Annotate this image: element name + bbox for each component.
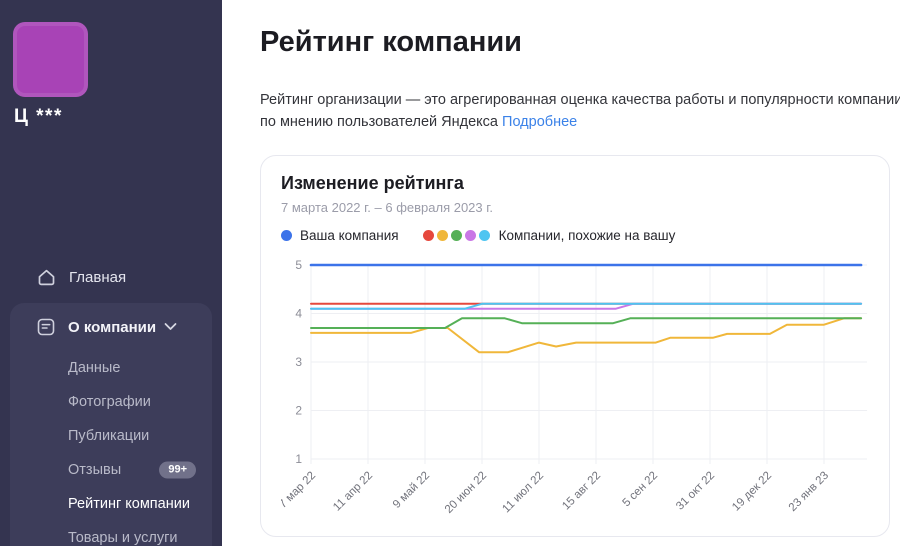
svg-text:1: 1 [295,452,302,466]
sidebar-item-reviews[interactable]: Отзывы 99+ [10,453,212,487]
sidebar-item-company-rating-label: Рейтинг компании [68,496,190,512]
svg-text:11 июл 22: 11 июл 22 [500,470,546,516]
chart-legend: Ваша компания Компании, похожие на вашу [281,228,869,243]
sidebar-item-photos[interactable]: Фотографии [10,385,212,419]
similar-company-dot [451,230,462,241]
svg-text:5 сен 22: 5 сен 22 [620,470,660,510]
svg-text:31 окт 22: 31 окт 22 [674,470,717,513]
card-title: Изменение рейтинга [281,173,869,194]
sidebar-item-publications-label: Публикации [68,428,149,444]
svg-text:15 авг 22: 15 авг 22 [560,470,603,513]
similar-companies-label: Компании, похожие на вашу [499,228,676,243]
similar-companies-dots [423,230,490,241]
similar-company-dot [479,230,490,241]
svg-text:5: 5 [295,258,302,272]
main-content: Рейтинг компании Рейтинг организации — э… [222,0,900,546]
rating-chart: 7 мар 22 11 апр 22 9 май 22 20 июн 2211 июл… [281,249,869,526]
svg-text:9 май 22: 9 май 22 [391,470,432,511]
page-description: Рейтинг организации — это агрегированная… [260,89,900,134]
sidebar-item-publications[interactable]: Публикации [10,419,212,453]
sidebar-item-data-label: Данные [68,360,120,376]
your-company-dot [281,230,292,241]
svg-text:11 апр 22: 11 апр 22 [331,470,375,514]
legend-item-your-company: Ваша компания [281,228,399,243]
svg-text:7 мар 22: 7 мар 22 [281,470,318,511]
svg-text:2: 2 [295,403,302,417]
page-description-text: Рейтинг организации — это агрегированная… [260,92,900,130]
company-logo[interactable] [13,22,88,97]
sidebar-item-home[interactable]: Главная [0,260,222,294]
svg-text:3: 3 [295,355,302,369]
sidebar-item-products-services[interactable]: Товары и услуги [10,521,212,546]
reviews-count-badge: 99+ [159,462,196,479]
home-icon [36,267,57,288]
sidebar-item-home-label: Главная [69,269,126,286]
sidebar-item-photos-label: Фотографии [68,394,151,410]
card-date-range: 7 марта 2022 г. – 6 февраля 2023 г. [281,200,869,215]
sidebar: Ц *** Главная О компании Данные Фотограф… [0,0,222,546]
sidebar-section-about-company: О компании Данные Фотографии Публикации … [10,303,212,546]
sidebar-item-reviews-label: Отзывы [68,462,121,478]
svg-text:20 июн 22: 20 июн 22 [443,470,489,516]
svg-text:19 дек 22: 19 дек 22 [730,470,774,514]
rating-change-card: Изменение рейтинга 7 марта 2022 г. – 6 ф… [260,155,890,537]
about-company-subitems: Данные Фотографии Публикации Отзывы 99+ … [10,351,212,546]
sidebar-item-products-services-label: Товары и услуги [68,530,177,546]
chevron-down-icon [164,318,177,336]
svg-text:4: 4 [295,306,302,320]
similar-company-dot [465,230,476,241]
document-icon [36,317,56,337]
your-company-label: Ваша компания [300,228,399,243]
page-title: Рейтинг компании [260,26,900,59]
sidebar-item-data[interactable]: Данные [10,351,212,385]
company-name: Ц *** [14,106,63,128]
similar-company-dot [423,230,434,241]
sidebar-item-about-company[interactable]: О компании [10,307,212,347]
rating-line-chart: 7 мар 22 11 апр 22 9 май 22 20 июн 2211 июл… [281,249,869,521]
similar-company-dot [437,230,448,241]
more-details-link[interactable]: Подробнее [502,114,577,130]
svg-text:23 янв 23: 23 янв 23 [787,470,831,514]
sidebar-item-about-company-label: О компании [68,319,156,336]
sidebar-item-company-rating[interactable]: Рейтинг компании [10,487,212,521]
